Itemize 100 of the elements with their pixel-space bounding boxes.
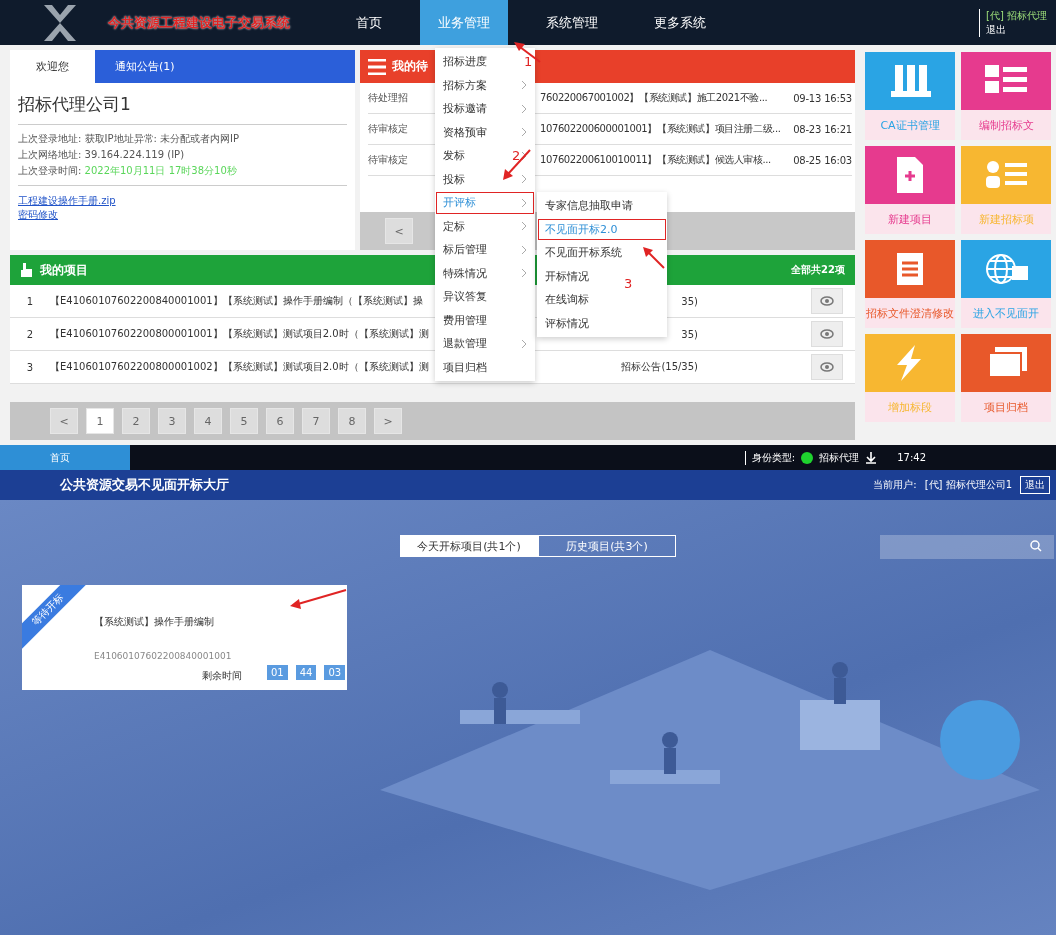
download-icon[interactable]: [865, 451, 878, 464]
step-number: 2: [512, 148, 521, 163]
project-status: 35): [681, 328, 698, 340]
chevron-icon: [521, 150, 527, 161]
menu-item[interactable]: 定标: [435, 214, 535, 238]
prev-page-button[interactable]: <: [385, 218, 413, 244]
project-title: 【E41060107602200840001001】【系统测试】操作手册编制（【系统测试】操: [50, 294, 424, 308]
search-icon[interactable]: [1030, 540, 1042, 552]
identity-label: 身份类型:: [751, 450, 796, 465]
task-status: 待处理招: [368, 91, 409, 105]
nav-tab[interactable]: 系统管理: [528, 0, 616, 45]
user-label: 当前用户:: [873, 478, 917, 492]
task-title[interactable]: 107602200610010011】【系统测试】候选人审核...: [540, 153, 790, 167]
page-button[interactable]: 6: [266, 408, 294, 434]
list-icon: [985, 65, 1027, 93]
page-button[interactable]: 4: [194, 408, 222, 434]
user-name: [代] 招标代理公司1: [924, 478, 1012, 492]
step-number: 3: [624, 276, 633, 291]
menu-item[interactable]: 异议答复: [435, 285, 535, 309]
link[interactable]: 密码修改: [18, 209, 58, 220]
countdown-label: 剩余时间: [202, 669, 242, 683]
page-button[interactable]: 3: [158, 408, 186, 434]
task-title[interactable]: 760220067001002】【系统测试】施工2021不验...: [540, 91, 790, 105]
menu-item[interactable]: 特殊情况: [435, 261, 535, 285]
project-card[interactable]: 等待开标 【系统测试】操作手册编制 E41060107602200840001001 剩余时间 01 44 03: [22, 585, 347, 690]
clock-time: 17:42: [897, 452, 926, 463]
chevron-icon: [521, 127, 527, 138]
link[interactable]: 工程建设操作手册.zip: [18, 195, 116, 206]
eye-icon: [820, 329, 834, 339]
submenu-item[interactable]: 不见面开标系统: [537, 241, 667, 265]
page-button[interactable]: >: [374, 408, 402, 434]
annotation-arrow: [503, 149, 531, 180]
submenu-item[interactable]: 不见面开标2.0: [537, 217, 667, 241]
status-dot: [801, 451, 814, 464]
project-title: 【E41060107602200800001002】【系统测试】测试项目2.0时（【系统测试】测: [50, 360, 430, 374]
panel-title: 我的待: [392, 58, 428, 75]
menu-item[interactable]: 招标方案: [435, 73, 535, 97]
task-status: 待审核定: [368, 153, 409, 167]
menu-item[interactable]: 退款管理: [435, 332, 535, 356]
menu-item[interactable]: 开评标: [435, 191, 535, 215]
view-button[interactable]: [811, 288, 843, 314]
chevron-icon: [521, 174, 527, 185]
annotation-arrow: [643, 247, 665, 269]
annotation-arrow: [290, 589, 347, 609]
contact-list-icon: [986, 161, 1027, 188]
countdown-digit: 01: [267, 665, 288, 680]
menu-item[interactable]: 费用管理: [435, 308, 535, 332]
chevron-icon: [521, 268, 527, 279]
nav-tab[interactable]: 更多系统: [636, 0, 724, 45]
chevron-icon: [521, 221, 527, 232]
identity-value: 招标代理: [819, 450, 860, 465]
view-button[interactable]: [811, 354, 843, 380]
login-info: 上次网络地址: 39.164.224.119 (IP): [18, 148, 186, 162]
page-button[interactable]: 5: [230, 408, 258, 434]
hand-pointer-icon: [20, 263, 32, 277]
eye-icon: [820, 362, 834, 372]
menu-item[interactable]: 标后管理: [435, 238, 535, 262]
task-status: 待审核定: [368, 122, 409, 136]
task-title[interactable]: 107602200600001001】【系统测试】项目注册二级...: [540, 122, 790, 136]
panel-tab[interactable]: 通知公告(1): [95, 50, 355, 83]
menu-item[interactable]: 投标邀请: [435, 97, 535, 121]
keys-icon: [891, 65, 931, 97]
total-count: 全部共22项: [791, 263, 845, 277]
page-button[interactable]: 8: [338, 408, 366, 434]
task-time: 08-23 16:21: [793, 123, 852, 135]
chevron-icon: [521, 80, 527, 91]
project-status: 招标公告(15/35): [621, 361, 698, 372]
page-button[interactable]: <: [50, 408, 78, 434]
task-time: 09-13 16:53: [793, 92, 852, 104]
nav-tab[interactable]: 首页: [338, 0, 400, 45]
menu-item[interactable]: 资格预审: [435, 120, 535, 144]
logout-button[interactable]: 退出: [1020, 476, 1050, 494]
project-code: E41060107602200840001001: [94, 651, 232, 661]
login-info: 上次登录地址: 获取IP地址异常: 未分配或者内网IP: [18, 132, 241, 146]
page-button[interactable]: 1: [86, 408, 114, 434]
page-button[interactable]: 7: [302, 408, 330, 434]
chevron-icon: [521, 338, 527, 349]
card-title: 【系统测试】操作手册编制: [94, 615, 214, 629]
project-status: 35): [681, 295, 698, 307]
page-button[interactable]: 2: [122, 408, 150, 434]
task-time: 08-25 16:03: [793, 154, 852, 166]
countdown-digit: 44: [295, 665, 317, 680]
chevron-icon: [521, 244, 527, 255]
view-button[interactable]: [811, 321, 843, 347]
list-icon: [368, 58, 386, 75]
menu-item[interactable]: 项目归档: [435, 355, 535, 379]
submenu-item[interactable]: 在线询标: [537, 288, 667, 312]
project-tab[interactable]: 历史项目(共3个): [538, 535, 676, 557]
countdown-digit: 03: [324, 665, 346, 680]
submenu-item[interactable]: 评标情况: [537, 311, 667, 335]
user-name: [代] 招标代理: [986, 8, 1048, 23]
chevron-icon: [521, 197, 527, 208]
company-name: 招标代理公司1: [18, 93, 347, 125]
login-info: 上次登录时间: 2022年10月11日 17时38分10秒: [18, 164, 238, 178]
document-plus-icon: [897, 157, 923, 193]
section-title: 我的项目: [40, 261, 88, 279]
project-tab[interactable]: 今天开标项目(共1个): [400, 535, 538, 557]
logout-link[interactable]: 退出: [986, 22, 1056, 37]
submenu-item[interactable]: 专家信息抽取申请: [537, 194, 667, 218]
hall-title: 公共资源交易不见面开标大厅: [60, 476, 229, 494]
